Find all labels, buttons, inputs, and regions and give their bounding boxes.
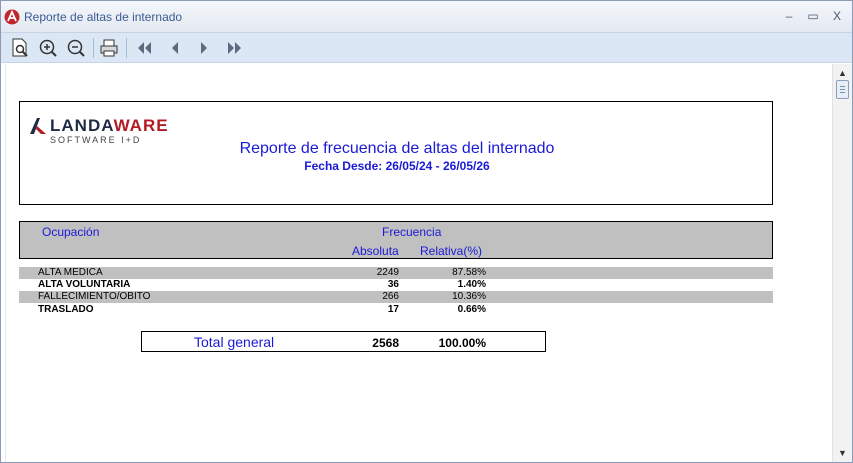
total-absoluta: 2568 [372, 336, 399, 350]
header-absoluta: Absoluta [352, 244, 399, 258]
table-row: ALTA MEDICA 2249 87.58% [19, 267, 773, 279]
next-page-icon[interactable] [193, 37, 215, 59]
report-window: Reporte de altas de internado – ▭ X LAND… [0, 0, 853, 463]
zoom-out-icon[interactable] [65, 37, 87, 59]
toolbar-separator [93, 38, 94, 58]
scroll-thumb-grip [840, 89, 845, 90]
report-date-range: Fecha Desde: 26/05/24 - 26/05/26 [304, 159, 490, 173]
logo-wordmark-ware: WARE [113, 116, 169, 135]
row-absoluta: 266 [382, 291, 399, 302]
table-row: TRASLADO 17 0.66% [19, 304, 773, 316]
app-logo-icon [4, 9, 20, 25]
report-header: LANDAWARE SOFTWARE I+D Reporte de frecue… [19, 101, 773, 205]
row-relativa: 87.58% [452, 267, 486, 278]
scroll-up-icon[interactable]: ▲ [833, 66, 852, 80]
column-header-band: Ocupación Frecuencia Absoluta Relativa(%… [19, 221, 773, 259]
scroll-thumb[interactable] [836, 80, 849, 99]
first-page-icon[interactable] [134, 37, 156, 59]
last-page-icon[interactable] [223, 37, 245, 59]
minimize-button[interactable]: – [778, 7, 800, 25]
zoom-in-icon[interactable] [37, 37, 59, 59]
maximize-button[interactable]: ▭ [802, 7, 824, 25]
row-ocupacion: ALTA MEDICA [38, 267, 103, 278]
logo-wordmark: LANDAWARE [50, 116, 169, 136]
window-title: Reporte de altas de internado [24, 10, 183, 24]
row-ocupacion: TRASLADO [38, 304, 94, 315]
toolbar-separator [126, 38, 127, 58]
scroll-down-icon[interactable]: ▼ [833, 446, 852, 460]
logo-wordmark-landa: LANDA [50, 116, 114, 135]
table-row: FALLECIMIENTO/OBITO 266 10.36% [19, 291, 773, 303]
report-canvas: LANDAWARE SOFTWARE I+D Reporte de frecue… [1, 64, 832, 462]
row-absoluta: 2249 [376, 267, 399, 278]
page-edge [5, 64, 6, 462]
row-ocupacion: FALLECIMIENTO/OBITO [38, 291, 151, 302]
scroll-thumb-grip [840, 86, 845, 87]
row-relativa: 0.66% [457, 304, 486, 315]
report-title: Reporte de frecuencia de altas del inter… [239, 140, 555, 157]
row-absoluta: 36 [387, 279, 399, 290]
total-relativa: 100.00% [438, 336, 486, 350]
landaware-logo-icon [30, 118, 46, 134]
print-icon[interactable] [98, 37, 120, 59]
total-label: Total general [194, 334, 275, 350]
vertical-scrollbar[interactable]: ▲ ▼ [832, 64, 852, 462]
toolbar [1, 33, 852, 63]
header-ocupacion: Ocupación [42, 225, 100, 239]
row-relativa: 1.40% [457, 279, 486, 290]
row-ocupacion: ALTA VOLUNTARIA [38, 279, 131, 290]
scroll-thumb-grip [840, 92, 845, 93]
header-relativa: Relativa(%) [420, 244, 483, 258]
row-absoluta: 17 [387, 304, 399, 315]
preview-page-icon[interactable] [9, 37, 31, 59]
total-row: Total general 2568 100.00% [141, 331, 546, 352]
title-bar[interactable]: Reporte de altas de internado – ▭ X [1, 1, 852, 33]
table-row: ALTA VOLUNTARIA 36 1.40% [19, 279, 773, 291]
row-relativa: 10.36% [452, 291, 486, 302]
header-frecuencia: Frecuencia [382, 225, 442, 239]
close-button[interactable]: X [826, 7, 848, 25]
previous-page-icon[interactable] [164, 37, 186, 59]
